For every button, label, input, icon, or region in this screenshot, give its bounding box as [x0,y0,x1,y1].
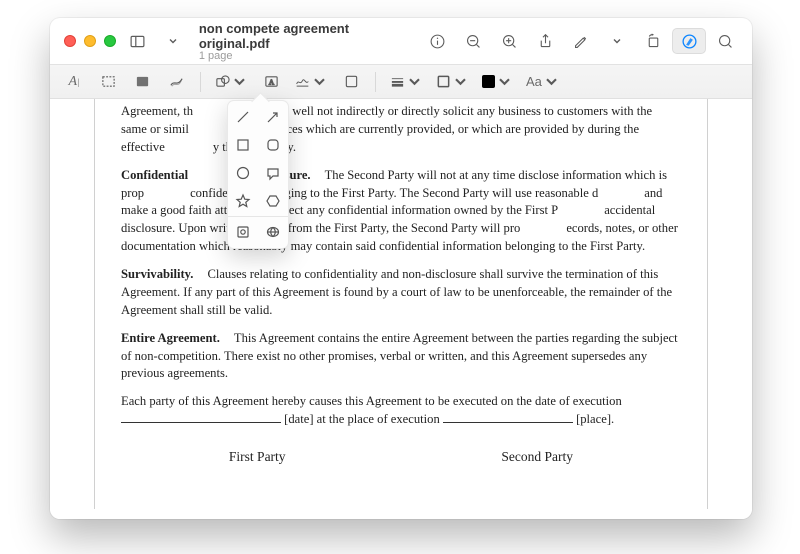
shape-circle[interactable] [228,159,258,187]
zoom-in-button[interactable] [492,28,526,54]
loupe-tool[interactable] [228,218,258,246]
shape-rounded-square[interactable] [258,131,288,159]
sketch-tool[interactable] [162,70,190,94]
zoom-window-button[interactable] [104,35,116,47]
first-party-label: First Party [229,447,286,466]
font-button[interactable]: Aa [522,70,563,94]
shape-star[interactable] [228,187,258,215]
sign-tool[interactable] [291,70,331,94]
document-viewport[interactable]: Agreement, thd Party well not indirectly… [50,99,752,519]
annotate-menu-chevron[interactable] [600,28,634,54]
shape-arrow[interactable] [258,103,288,131]
titlebar: non compete agreement original.pdf 1 pag… [50,18,752,64]
paragraph: Confidentialon-Disclosure.The Second Par… [121,167,681,256]
mask-tool[interactable] [258,218,288,246]
text-box-tool[interactable]: A [257,70,285,94]
svg-text:A: A [268,77,274,86]
paragraph: Each party of this Agreement hereby caus… [121,393,681,429]
titlebar-tools [420,28,742,54]
note-tool[interactable] [337,70,365,94]
paragraph: Agreement, thd Party well not indirectly… [121,103,681,157]
close-window-button[interactable] [64,35,76,47]
shape-hexagon[interactable] [258,187,288,215]
window-controls [64,35,116,47]
shape-square[interactable] [228,131,258,159]
border-style-button[interactable] [386,70,426,94]
shapes-popover [227,100,289,249]
annotate-button[interactable] [564,28,598,54]
zoom-out-button[interactable] [456,28,490,54]
rotate-button[interactable] [636,28,670,54]
document-title: non compete agreement original.pdf [199,21,404,51]
markup-toggle-button[interactable] [672,28,706,54]
shapes-button[interactable] [211,70,251,94]
redact-tool[interactable] [128,70,156,94]
title-group: non compete agreement original.pdf 1 pag… [199,21,404,62]
text-selection-tool[interactable]: A| [60,70,88,94]
page-count-label: 1 page [199,50,404,62]
pdf-page: Agreement, thd Party well not indirectly… [94,99,708,509]
markup-toolbar: A| A [50,64,752,99]
preview-window: non compete agreement original.pdf 1 pag… [50,18,752,519]
sidebar-toggle-button[interactable] [124,28,151,54]
second-party-label: Second Party [501,447,573,466]
info-button[interactable] [420,28,454,54]
signature-row: First Party Second Party [121,447,681,466]
border-color-button[interactable] [432,70,472,94]
shape-line[interactable] [228,103,258,131]
paragraph: Entire Agreement.This Agreement contains… [121,330,681,384]
rectangular-selection-tool[interactable] [94,70,122,94]
minimize-window-button[interactable] [84,35,96,47]
shape-speech-bubble[interactable] [258,159,288,187]
search-button[interactable] [708,28,742,54]
share-button[interactable] [528,28,562,54]
fill-color-button[interactable] [478,70,516,94]
sidebar-menu-chevron[interactable] [159,28,186,54]
paragraph: Survivability.Clauses relating to confid… [121,266,681,320]
